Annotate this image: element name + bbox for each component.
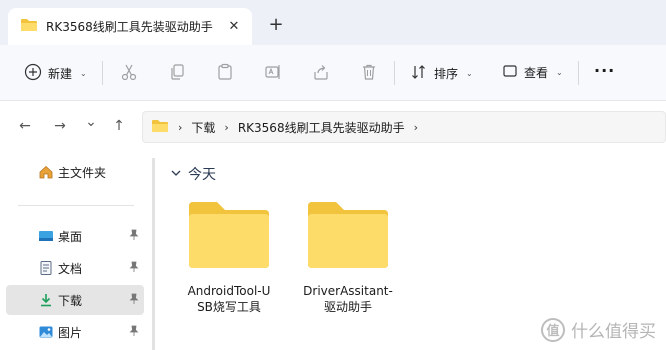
new-tab-button[interactable]: + <box>266 14 286 35</box>
sidebar-item-documents[interactable]: 文档 <box>6 253 144 283</box>
chevron-right-icon: › <box>224 120 229 134</box>
folder-name: DriverAssitant- 驱动助手 <box>303 284 393 314</box>
tab-strip: RK3568线刷工具先装驱动助手 ✕ + <box>0 0 666 45</box>
share-button[interactable] <box>312 63 330 84</box>
share-icon <box>312 63 330 84</box>
group-header-today[interactable]: 今天 <box>170 164 216 184</box>
tab-current-folder[interactable]: RK3568线刷工具先装驱动助手 ✕ <box>8 8 252 45</box>
folder-icon <box>306 200 390 273</box>
divider <box>578 61 579 85</box>
sidebar-item-label: 主文件夹 <box>58 165 107 180</box>
sidebar-item-downloads[interactable]: 下载 <box>6 285 144 315</box>
sidebar-divider <box>18 205 134 206</box>
new-button-label: 新建 <box>48 67 73 81</box>
close-icon[interactable]: ✕ <box>226 18 242 34</box>
document-icon <box>38 260 54 276</box>
divider <box>394 61 395 85</box>
desktop-icon <box>38 228 54 244</box>
sidebar-scrollbar[interactable] <box>152 158 155 350</box>
folder-item[interactable]: AndroidTool-U SB烧写工具 <box>174 200 284 315</box>
paste-button[interactable] <box>216 63 234 84</box>
breadcrumb-downloads[interactable]: 下载 <box>191 119 215 136</box>
chevron-down-icon <box>170 167 182 182</box>
download-icon <box>38 292 54 308</box>
sort-button-label: 排序 <box>434 67 459 81</box>
new-button[interactable]: 新建 ⌄ <box>24 63 87 84</box>
forward-arrow-icon[interactable]: → <box>51 117 69 135</box>
chevron-right-icon: › <box>413 120 418 134</box>
trash-icon <box>360 63 378 84</box>
breadcrumb-current-folder[interactable]: RK3568线刷工具先装驱动助手 <box>238 119 405 136</box>
pin-icon <box>128 293 140 308</box>
pin-icon <box>128 229 140 244</box>
chevron-right-icon: › <box>178 120 183 134</box>
navigation-row: ← → ⌄ ↑ › 下载 › RK3568线刷工具先装驱动助手 › <box>0 101 666 153</box>
pictures-icon <box>38 324 54 340</box>
command-bar: 新建 ⌄ 排序 ⌄ 查看 ⌄ ··· <box>0 45 666 101</box>
sidebar-item-pictures[interactable]: 图片 <box>6 317 144 347</box>
pin-icon <box>128 325 140 340</box>
divider <box>102 61 103 85</box>
pin-icon <box>128 261 140 276</box>
sidebar-item-label: 下载 <box>58 293 83 308</box>
recent-locations-chevron-icon[interactable]: ⌄ <box>82 113 100 131</box>
sidebar-item-label: 文档 <box>58 261 83 276</box>
up-arrow-icon[interactable]: ↑ <box>110 117 128 135</box>
back-arrow-icon[interactable]: ← <box>16 117 34 135</box>
sort-icon <box>410 63 428 84</box>
view-icon <box>502 63 518 82</box>
tab-title: RK3568线刷工具先装驱动助手 <box>46 20 213 34</box>
chevron-down-icon: ⌄ <box>556 68 563 77</box>
cut-button[interactable] <box>120 63 138 84</box>
delete-button[interactable] <box>360 63 378 84</box>
copy-button[interactable] <box>168 63 186 84</box>
copy-icon <box>168 63 186 84</box>
watermark-text: 什么值得买 <box>571 322 656 342</box>
more-options-button[interactable]: ··· <box>594 61 615 80</box>
chevron-down-icon: ⌄ <box>466 69 473 78</box>
home-icon <box>38 164 54 180</box>
plus-circle-icon <box>24 63 42 84</box>
watermark: 值 什么值得买 <box>541 317 656 342</box>
clipboard-icon <box>216 63 234 84</box>
sidebar-item-home[interactable]: 主文件夹 <box>6 157 144 187</box>
folder-icon <box>187 200 271 273</box>
rename-icon <box>264 63 282 84</box>
scissors-icon <box>120 63 138 84</box>
group-title: 今天 <box>188 167 216 183</box>
navigation-pane: 主文件夹 桌面 文档 下载 图片 <box>0 153 150 350</box>
folder-icon <box>20 18 38 35</box>
sidebar-item-label: 图片 <box>58 325 83 340</box>
watermark-logo: 值 <box>541 317 565 342</box>
address-bar[interactable]: › 下载 › RK3568线刷工具先装驱动助手 › <box>142 111 666 143</box>
sidebar-item-desktop[interactable]: 桌面 <box>6 221 144 251</box>
sidebar-item-label: 桌面 <box>58 229 83 244</box>
folder-name: AndroidTool-U SB烧写工具 <box>187 284 271 314</box>
folder-icon <box>151 119 169 136</box>
folder-item[interactable]: DriverAssitant- 驱动助手 <box>293 200 403 315</box>
rename-button[interactable] <box>264 63 282 84</box>
view-button[interactable]: 查看 ⌄ <box>502 63 563 82</box>
view-button-label: 查看 <box>524 66 549 80</box>
chevron-down-icon: ⌄ <box>80 69 87 78</box>
sort-button[interactable]: 排序 ⌄ <box>410 63 473 84</box>
